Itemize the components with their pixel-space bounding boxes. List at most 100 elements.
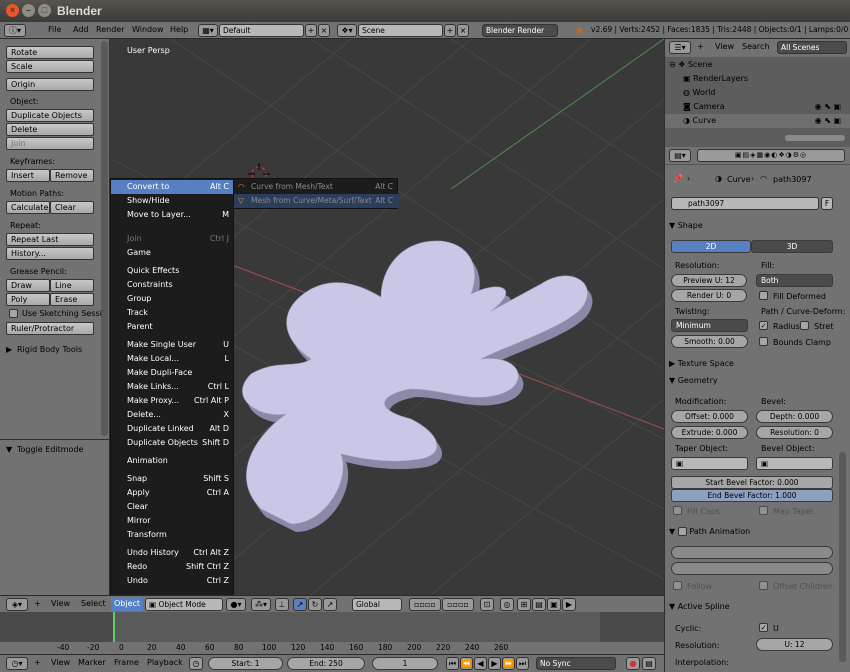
- object-menu-item[interactable]: Make Dupli-Face: [111, 366, 235, 380]
- vp-menu-object[interactable]: Object: [111, 597, 144, 611]
- object-menu-item[interactable]: Transform: [111, 528, 235, 542]
- tl-menu-playback[interactable]: Playback: [147, 658, 183, 667]
- sync-mode-dropdown[interactable]: No Sync: [536, 657, 616, 670]
- ruler-protractor-button[interactable]: Ruler/Protractor: [6, 322, 94, 335]
- editor-type-properties-icon[interactable]: ▤▾: [669, 149, 691, 162]
- render-animation-icon[interactable]: ▶: [562, 598, 576, 611]
- object-menu-item[interactable]: Duplicate Objects Shift D: [111, 436, 235, 450]
- object-menu-item[interactable]: Track: [111, 306, 235, 320]
- follow-checkbox[interactable]: [673, 581, 682, 590]
- scene-field[interactable]: Scene: [358, 24, 443, 37]
- visibility-eye-icon[interactable]: ◉ ⬉ ▣: [815, 100, 841, 114]
- shape-panel-header[interactable]: ▼ Shape: [669, 221, 835, 230]
- outliner-row-camera[interactable]: ◙ Camera ◉ ⬉ ▣: [665, 100, 850, 114]
- add-screen-button[interactable]: +: [305, 24, 317, 37]
- manipulator-toggle-icon[interactable]: ⊥: [275, 598, 289, 611]
- plus-icon[interactable]: +: [697, 42, 704, 51]
- path-animation-checkbox[interactable]: [677, 527, 687, 536]
- menu-add[interactable]: Add: [73, 25, 89, 34]
- geometry-panel-header[interactable]: ▼ Geometry: [669, 376, 835, 385]
- extrude-field[interactable]: Extrude: 0.000: [671, 426, 748, 439]
- object-menu-item[interactable]: Make Single User U: [111, 338, 235, 352]
- outliner-row-world[interactable]: ◍ World: [665, 86, 850, 100]
- map-taper-checkbox[interactable]: [759, 506, 768, 515]
- editor-type-outliner-icon[interactable]: ☰▾: [669, 41, 691, 54]
- insert-keyframe-button[interactable]: Insert: [6, 169, 50, 182]
- object-menu-item[interactable]: Make Proxy... Ctrl Alt P: [111, 394, 235, 408]
- menu-file[interactable]: File: [48, 25, 61, 34]
- visibility-eye-icon[interactable]: ◉ ⬉ ▣: [815, 114, 841, 128]
- render-u-field[interactable]: Render U: 0: [671, 289, 747, 302]
- object-menu-item[interactable]: Undo History Ctrl Alt Z: [111, 546, 235, 560]
- object-menu-item[interactable]: Make Links... Ctrl L: [111, 380, 235, 394]
- tl-menu-marker[interactable]: Marker: [78, 658, 106, 667]
- active-spline-panel-header[interactable]: ▼ Active Spline: [669, 602, 835, 611]
- bounds-clamp-checkbox[interactable]: [759, 337, 768, 346]
- object-menu-item[interactable]: Parent: [111, 320, 235, 334]
- object-menu-item[interactable]: Delete... X: [111, 408, 235, 422]
- remove-scene-button[interactable]: ×: [457, 24, 469, 37]
- properties-context-tabs[interactable]: ▣▤◈▦◉◐❖◑⚙◎: [697, 149, 845, 162]
- menu-window[interactable]: Window: [132, 25, 164, 34]
- outliner-display-mode[interactable]: All Scenes: [777, 41, 847, 54]
- toggle-editmode-expand-icon[interactable]: ▼: [6, 445, 12, 454]
- vp-menu-select[interactable]: Select: [81, 599, 106, 608]
- viewport-shading-icon[interactable]: ●▾: [226, 598, 246, 611]
- pin-icon[interactable]: 📌: [673, 174, 683, 183]
- poly-button[interactable]: Poly: [6, 293, 50, 306]
- object-menu-item[interactable]: Convert to Alt C: [111, 180, 235, 194]
- end-frame-field[interactable]: End: 250: [287, 657, 365, 670]
- preview-range-icon[interactable]: ◷: [189, 657, 203, 670]
- transform-orientation-dropdown[interactable]: Global: [352, 598, 402, 611]
- object-menu-item[interactable]: Move to Layer... M: [111, 208, 235, 222]
- scale-button[interactable]: Scale: [6, 60, 94, 73]
- layers-row-2[interactable]: ▫▫▫▫: [442, 598, 474, 611]
- remove-keyframe-button[interactable]: Remove: [50, 169, 94, 182]
- erase-button[interactable]: Erase: [50, 293, 94, 306]
- jump-start-icon[interactable]: ⏮: [446, 657, 459, 670]
- play-icon[interactable]: ▶: [488, 657, 501, 670]
- fill-caps-checkbox[interactable]: [673, 506, 682, 515]
- frames-field[interactable]: Frames: 100: [671, 546, 833, 559]
- tl-menu-frame[interactable]: Frame: [114, 658, 139, 667]
- origin-button[interactable]: Origin: [6, 78, 94, 91]
- outliner-row-scene[interactable]: ⊖ ❖ Scene: [665, 58, 850, 72]
- prev-keyframe-icon[interactable]: ⏪: [460, 657, 473, 670]
- toggle-editmode-panel[interactable]: Toggle Editmode: [17, 445, 83, 454]
- object-menu-item[interactable]: Duplicate Linked Alt D: [111, 422, 235, 436]
- proportional-edit-icon[interactable]: ◎: [500, 598, 514, 611]
- layers-row-1[interactable]: ▫▫▫▫: [409, 598, 441, 611]
- history-button[interactable]: History...: [6, 247, 94, 260]
- scene-icon[interactable]: ❖▾: [337, 24, 357, 37]
- spline-resolution-u-field[interactable]: U: 12: [756, 638, 833, 651]
- cyclic-u-checkbox[interactable]: ✓: [759, 623, 768, 632]
- vp-menu-view[interactable]: View: [51, 599, 70, 608]
- outliner-menu-search[interactable]: Search: [742, 42, 769, 51]
- repeat-last-button[interactable]: Repeat Last: [6, 233, 94, 246]
- start-bevel-factor-slider[interactable]: Start Bevel Factor: 0.000: [671, 476, 833, 489]
- line-button[interactable]: Line: [50, 279, 94, 292]
- rotate-button[interactable]: Rotate: [6, 46, 94, 59]
- object-menu-item[interactable]: Mirror: [111, 514, 235, 528]
- use-sketching-checkbox[interactable]: [9, 309, 18, 318]
- snap-icon[interactable]: ⊞: [517, 598, 531, 611]
- texture-space-panel-header[interactable]: ▶ Texture Space: [669, 359, 835, 368]
- screen-layout-field[interactable]: Default: [219, 24, 304, 37]
- tl-menu-view[interactable]: View: [51, 658, 70, 667]
- draw-button[interactable]: Draw: [6, 279, 50, 292]
- end-bevel-factor-slider[interactable]: End Bevel Factor: 1.000: [671, 489, 833, 502]
- start-frame-field[interactable]: Start: 1: [208, 657, 283, 670]
- timeline-area[interactable]: -40 -20 0 20 40 60 80 100 120 140 160 18…: [0, 612, 664, 654]
- screen-layout-icon[interactable]: ▦▾: [198, 24, 218, 37]
- convert-submenu-item[interactable]: ▽ Mesh from Curve/Meta/Surf/Text Alt C: [234, 194, 399, 208]
- properties-scrollbar[interactable]: [839, 452, 846, 662]
- rigid-body-expand-icon[interactable]: ▶: [6, 345, 12, 354]
- preview-u-field[interactable]: Preview U: 12: [671, 274, 747, 287]
- object-menu-item[interactable]: Group: [111, 292, 235, 306]
- object-menu-item[interactable]: Join Ctrl J: [111, 232, 235, 246]
- radius-checkbox[interactable]: ✓: [759, 321, 768, 330]
- clear-paths-button[interactable]: Clear: [50, 201, 94, 214]
- object-menu-item[interactable]: Game: [111, 246, 235, 260]
- curve-2d-button[interactable]: 2D: [671, 240, 751, 253]
- object-menu-item[interactable]: Make Local... L: [111, 352, 235, 366]
